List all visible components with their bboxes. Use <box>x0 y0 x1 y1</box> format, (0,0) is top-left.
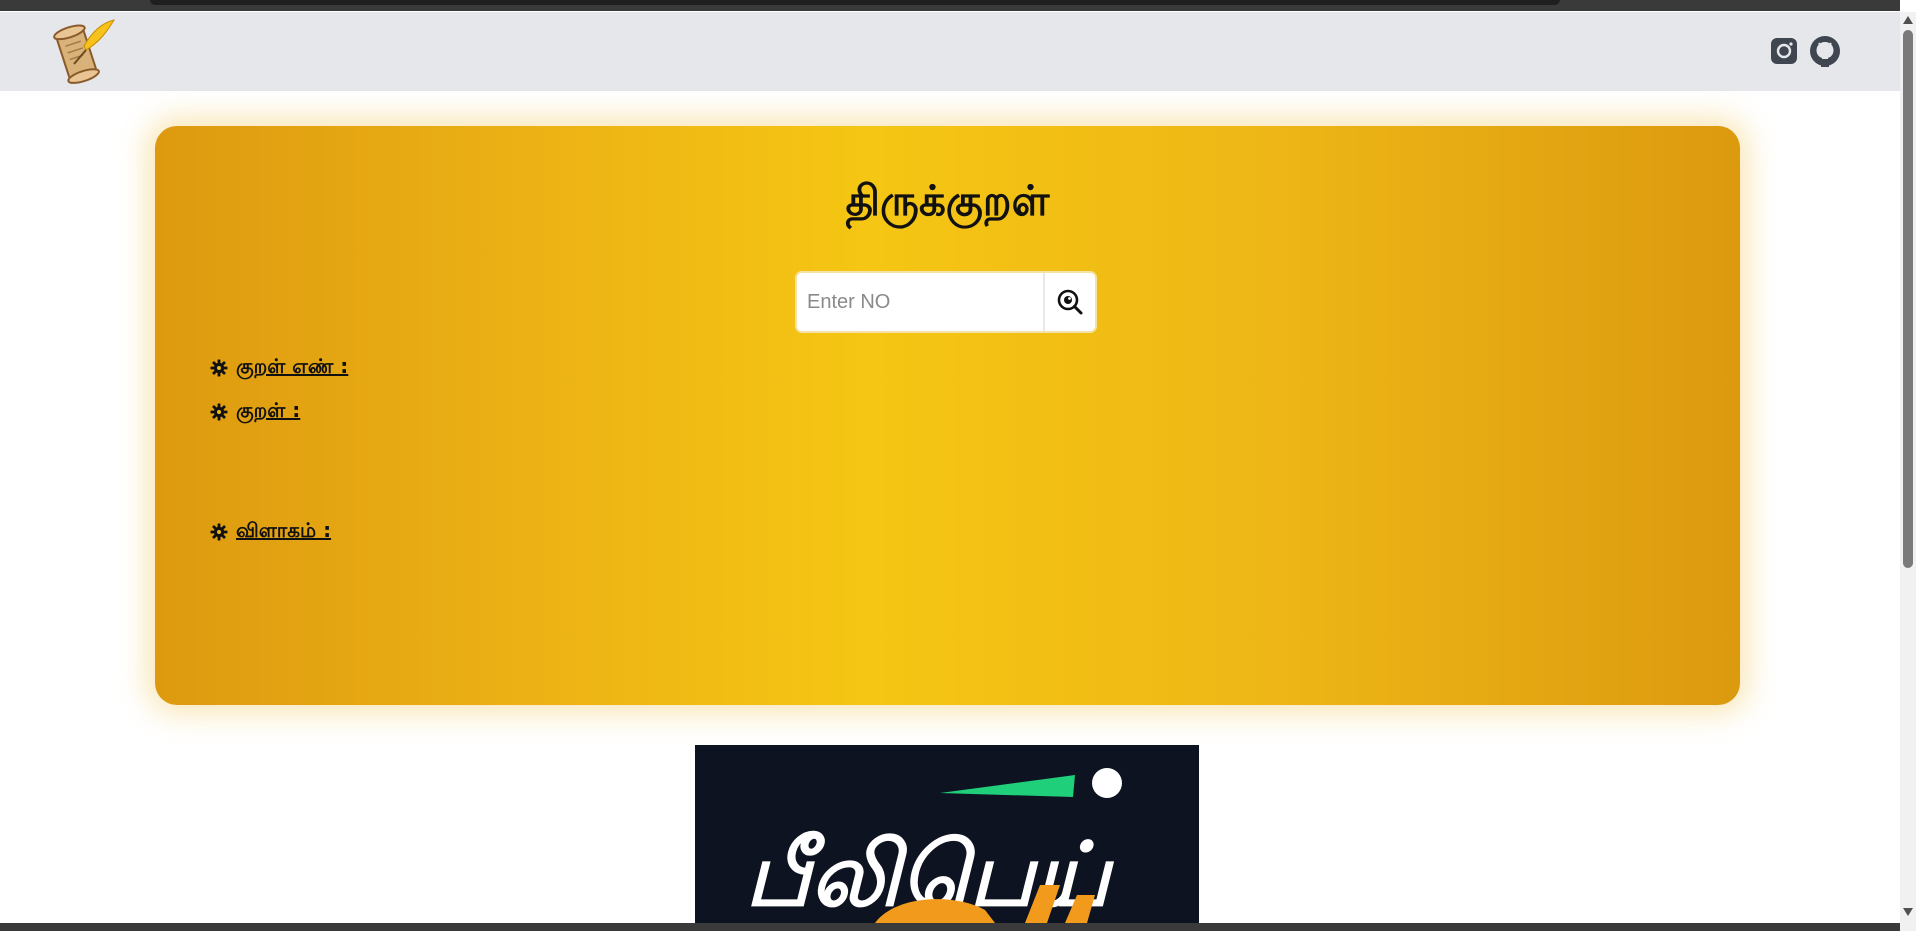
kural-text-label: குறள் : <box>236 398 301 422</box>
gear-icon <box>210 403 228 420</box>
kural-number-input[interactable] <box>797 273 1045 331</box>
search-button[interactable] <box>1045 273 1095 331</box>
logo-scroll-quill-icon[interactable] <box>44 16 116 88</box>
gear-icon <box>210 359 228 376</box>
gear-icon <box>210 523 228 540</box>
browser-bottom-strip <box>0 923 1900 931</box>
browser-tab-edge <box>150 0 1560 5</box>
page-title: திருக்குறள் <box>845 176 1050 225</box>
instagram-icon[interactable] <box>1767 34 1801 68</box>
navbar <box>0 12 1900 91</box>
search-eye-icon <box>1057 289 1083 315</box>
thirukkural-card: திருக்குறள் Enter NO குறள் எண்: குறள்:… <box>155 126 1740 705</box>
browser-top-strip <box>0 0 1916 12</box>
kural-text-row: குறள் : <box>210 398 300 425</box>
scroll-up-arrow-icon[interactable] <box>1903 16 1913 24</box>
scroll-down-arrow-icon[interactable] <box>1903 908 1913 916</box>
promo-banner-image: பீலிபெய் <box>695 745 1199 923</box>
search-bar <box>795 271 1097 333</box>
explanation-label: விளாகம் : <box>236 518 332 542</box>
banner-white-dot <box>1092 768 1122 798</box>
page-scrollbar[interactable] <box>1900 12 1916 931</box>
kural-number-label: குறள் எண் : <box>236 354 349 378</box>
github-icon[interactable] <box>1808 34 1842 68</box>
banner-green-stroke <box>940 775 1075 797</box>
scrollbar-thumb[interactable] <box>1903 30 1913 568</box>
kural-number-row: குறள் எண் : <box>210 354 348 381</box>
explanation-row: விளாகம் : <box>210 518 331 545</box>
browser-chrome-bar <box>0 0 1900 11</box>
